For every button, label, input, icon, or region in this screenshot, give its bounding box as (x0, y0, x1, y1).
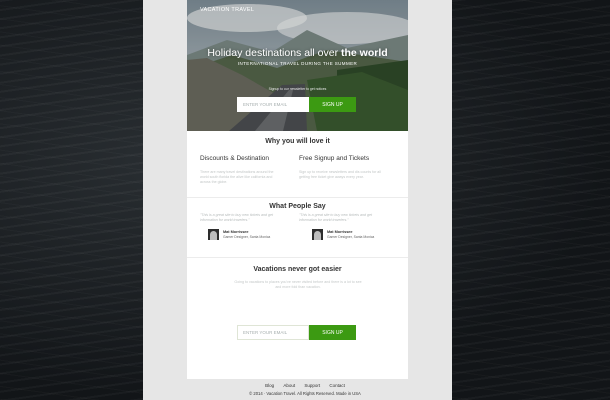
hero-email-input[interactable] (237, 97, 309, 112)
brand-logo[interactable]: VACATION TRAVEL (200, 7, 254, 13)
footer-nav: Blog About Support Contact (0, 383, 610, 388)
testimonial-author: Mat Morrissee Gamer Designer, Santa Moni… (208, 229, 270, 240)
testimonial-quote: "This is a great site to buy new tickets… (200, 213, 273, 222)
footer-link-contact[interactable]: Contact (329, 383, 345, 388)
easier-section-text: Going to vacations to places you've neve… (234, 280, 362, 289)
bottom-signup-button[interactable]: SIGN UP (309, 325, 356, 340)
why-section-title: Why you will love it (265, 138, 330, 145)
feature-text-signup: Sign up to receive newsletters and dis c… (299, 170, 381, 179)
feature-title-signup: Free Signup and Tickets (299, 155, 370, 162)
feature-text-discounts: There are many travel destinations aroun… (200, 170, 274, 184)
bottom-signup-form: SIGN UP (237, 325, 356, 340)
testimonial-author-role: Gamer Designer, Santa Monica (223, 234, 271, 239)
testimonial-author: Mat Morrissee Gamer Designer, Santa Moni… (312, 229, 374, 240)
hero-signup-form: SIGN UP (237, 97, 356, 112)
footer-link-about[interactable]: About (283, 383, 295, 388)
hero-subtitle: INTERNATIONAL TRAVEL DURING THE SUMMER (237, 61, 358, 66)
testimonial-author-role: Gamer Designer, Santa Monica (327, 234, 375, 239)
hero-title: Holiday destinations all over the world (187, 47, 408, 59)
landing-page: VACATION TRAVEL Holiday destinations all… (187, 0, 408, 379)
testimonial-quote: "This is a great site to buy new tickets… (299, 213, 372, 222)
copyright-text: © 2014 · Vacation Travel. All Rights Res… (249, 391, 361, 396)
hero-signup-note: Signup to our newsletter to get notices (268, 87, 327, 91)
hero-signup-button[interactable]: SIGN UP (309, 97, 356, 112)
hero-title-plain: Holiday destinations all over (207, 47, 341, 59)
bottom-email-input[interactable] (237, 325, 309, 340)
feature-title-discounts: Discounts & Destination (200, 155, 270, 162)
avatar (208, 229, 219, 240)
section-divider (187, 197, 408, 198)
section-divider (187, 257, 408, 258)
footer-link-support[interactable]: Support (304, 383, 320, 388)
people-section-title: What People Say (269, 203, 326, 210)
hero-section: VACATION TRAVEL Holiday destinations all… (187, 0, 408, 131)
avatar (312, 229, 323, 240)
hero-title-bold: the world (340, 47, 388, 59)
footer-link-blog[interactable]: Blog (265, 383, 274, 388)
easier-section-title: Vacations never got easier (253, 266, 342, 273)
